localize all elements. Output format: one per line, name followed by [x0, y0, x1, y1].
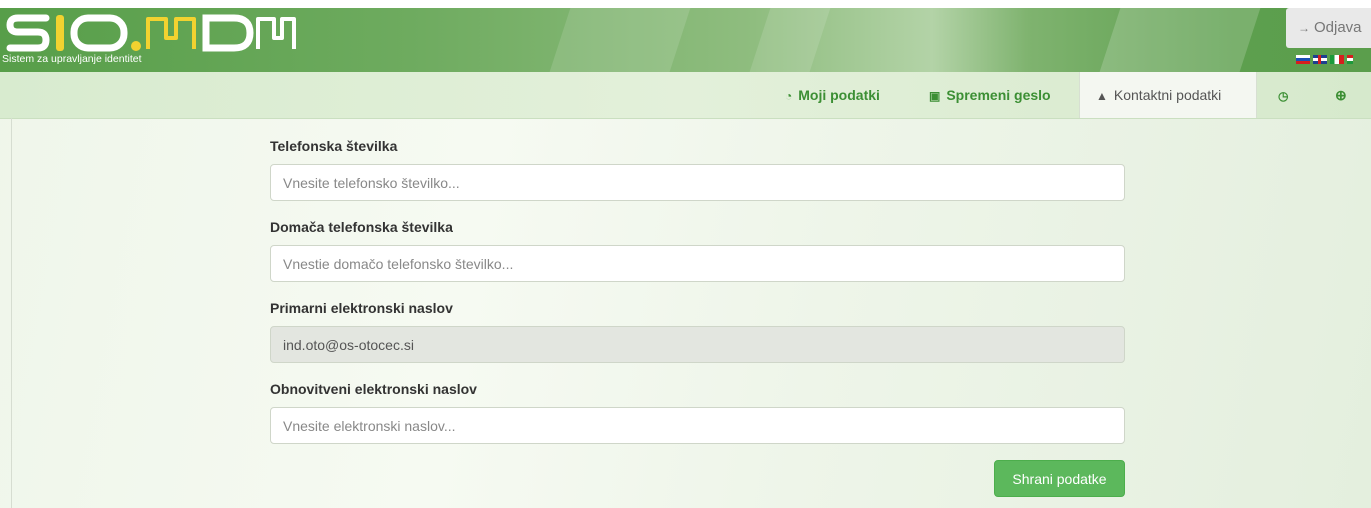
header: Sistem za upravljanje identitet → Odjava: [0, 8, 1371, 72]
nav-contact-data[interactable]: ▲ Kontaktni podatki: [1079, 72, 1257, 118]
home-phone-input[interactable]: [270, 245, 1125, 282]
phone-label: Telefonska številka: [270, 138, 398, 154]
phone-input[interactable]: [270, 164, 1125, 201]
nav-help[interactable]: ⊕: [1335, 72, 1347, 118]
primary-email-label: Primarni elektronski naslov: [270, 300, 453, 316]
flag-italy-icon[interactable]: [1330, 55, 1344, 64]
nav-history[interactable]: ◷: [1278, 72, 1288, 118]
recovery-email-input[interactable]: [270, 407, 1125, 444]
logo-subtitle: Sistem za upravljanje identitet: [2, 53, 142, 65]
content-border: [11, 118, 12, 508]
user-icon: ▲: [1096, 89, 1108, 103]
clock-icon: ◷: [1278, 89, 1289, 103]
logout-label: Odjava: [1314, 19, 1362, 36]
recovery-email-label: Obnovitveni elektronski naslov: [270, 381, 477, 397]
header-decoration: [749, 8, 831, 72]
header-decoration: [549, 8, 691, 72]
flag-uk-icon[interactable]: [1313, 55, 1327, 64]
home-phone-label: Domača telefonska številka: [270, 219, 453, 235]
lock-icon: ▣: [929, 89, 941, 103]
nav-change-password[interactable]: ▣ Spremeni geslo: [929, 72, 1051, 118]
nav-label: Spremeni geslo: [946, 87, 1051, 103]
language-switcher: [1296, 55, 1353, 64]
nav-label: Kontaktni podatki: [1113, 87, 1222, 103]
header-decoration: [1099, 8, 1261, 72]
flag-hungary-icon[interactable]: [1347, 55, 1353, 64]
primary-email-field: [270, 326, 1125, 363]
lifebuoy-icon: ⊕: [1335, 87, 1347, 103]
sign-out-icon: →: [1298, 21, 1310, 35]
nav-label: Moji podatki: [798, 87, 880, 103]
save-button[interactable]: Shrani podatke: [994, 460, 1125, 497]
dashboard-icon: ◔: [785, 89, 793, 103]
flag-slovenia-icon[interactable]: [1296, 55, 1310, 64]
app-frame: Sistem za upravljanje identitet → Odjava …: [0, 8, 1371, 508]
logo: [6, 14, 296, 52]
navbar: ◔ Moji podatki ▣ Spremeni geslo ▲ Kontaktni…: [0, 72, 1371, 119]
logout-button[interactable]: → Odjava: [1286, 8, 1371, 48]
nav-my-data[interactable]: ◔ Moji podatki: [785, 72, 880, 118]
